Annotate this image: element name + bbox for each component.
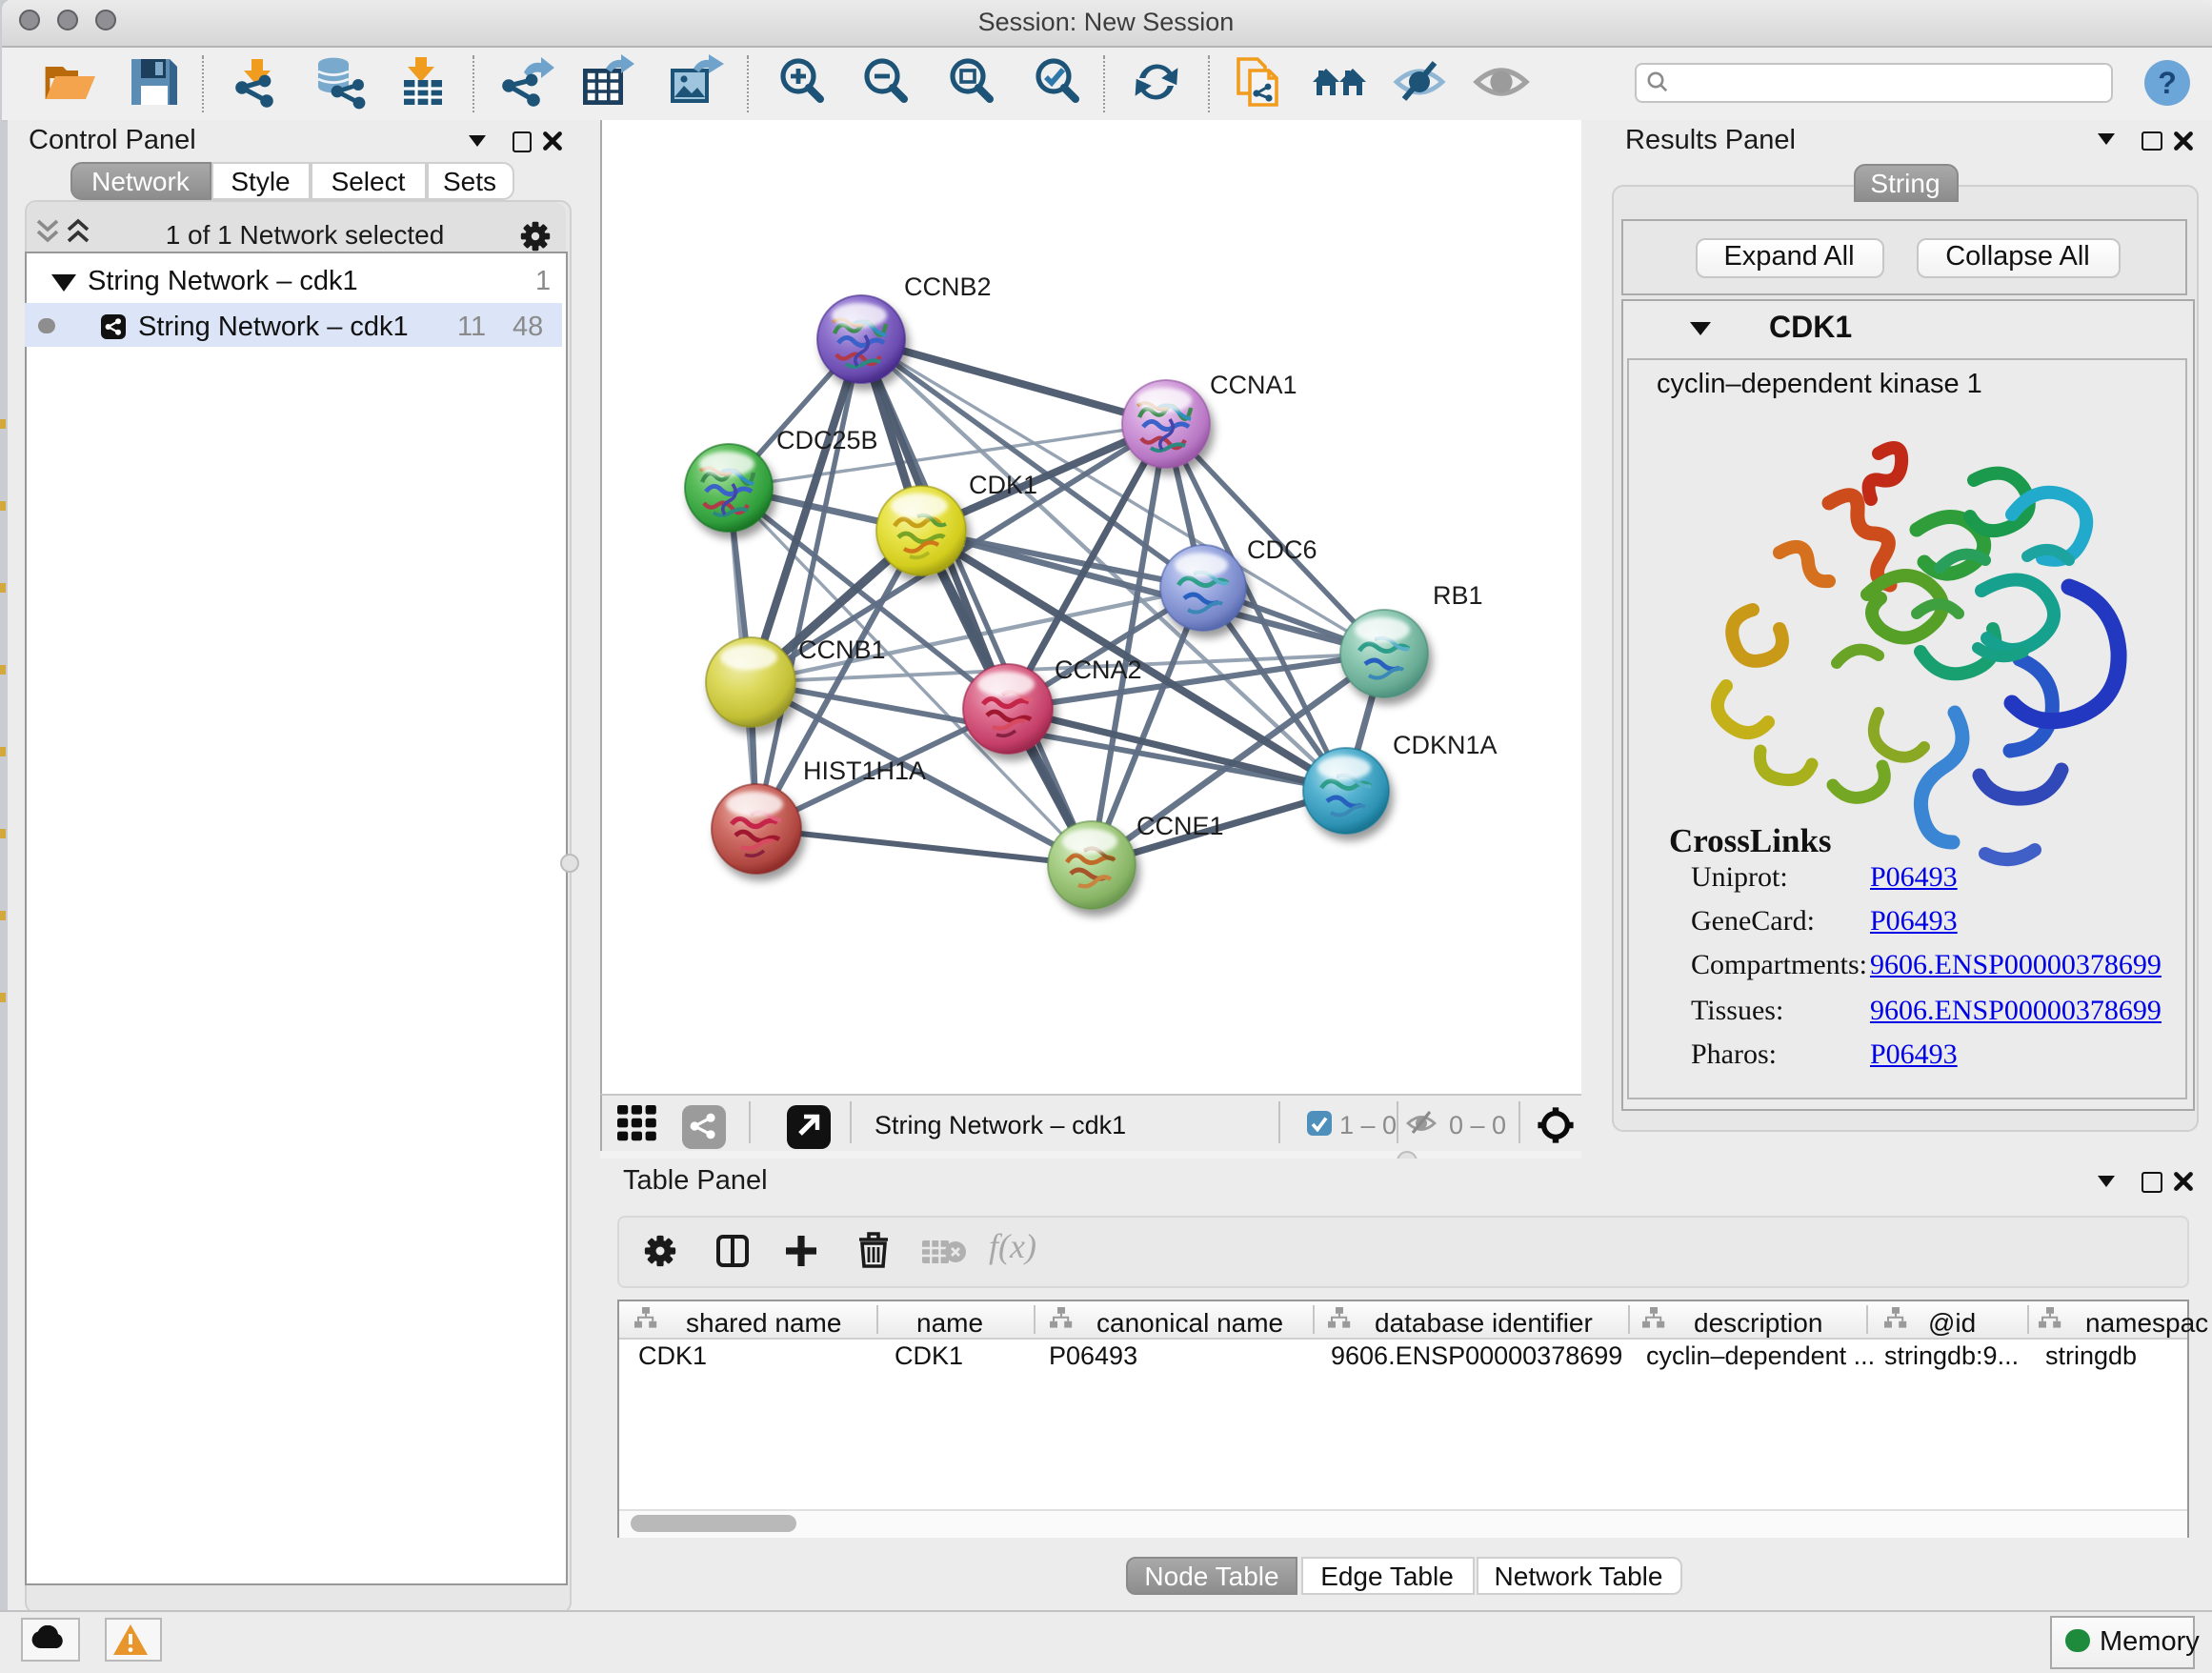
svg-text:CDC25B: CDC25B xyxy=(776,426,878,454)
svg-text:CCNA1: CCNA1 xyxy=(1210,371,1297,399)
svg-text:HIST1H1A: HIST1H1A xyxy=(803,756,926,785)
svg-text:CDC6: CDC6 xyxy=(1247,535,1317,564)
svg-text:CDKN1A: CDKN1A xyxy=(1393,731,1498,759)
svg-text:RB1: RB1 xyxy=(1433,581,1483,610)
svg-text:?: ? xyxy=(2158,66,2177,100)
svg-text:CDK1: CDK1 xyxy=(969,471,1037,499)
svg-text:CCNB2: CCNB2 xyxy=(904,272,992,301)
svg-text:CCNA2: CCNA2 xyxy=(1055,655,1142,684)
svg-text:CCNE1: CCNE1 xyxy=(1136,812,1224,840)
svg-text:CCNB1: CCNB1 xyxy=(798,635,886,664)
